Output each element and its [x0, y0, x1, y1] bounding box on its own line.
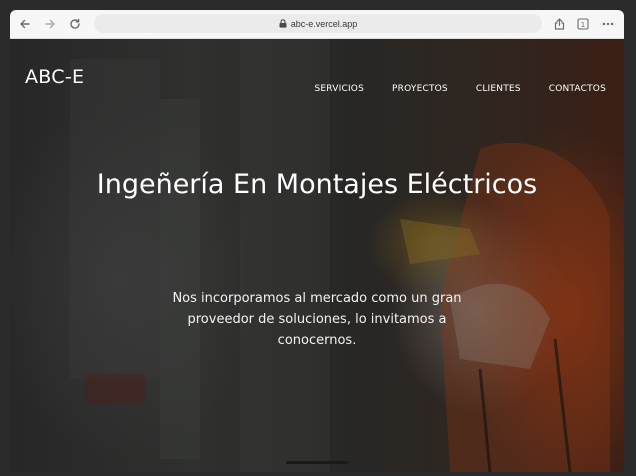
main-nav: SERVICIOS PROYECTOS CLIENTES CONTACTOS [314, 84, 606, 94]
arrow-right-icon [45, 19, 55, 29]
forward-button[interactable] [41, 15, 59, 33]
browser-window: abc-e.vercel.app 1 ABC-E SERVICIOS PROYE… [10, 10, 624, 472]
site-logo[interactable]: ABC-E [25, 66, 84, 88]
hero-background-image [70, 39, 610, 472]
reload-button[interactable] [66, 15, 84, 33]
tabs-count: 1 [581, 21, 585, 29]
hero-title: Ingeñería En Montajes Eléctricos [96, 169, 538, 200]
nav-link-proyectos[interactable]: PROYECTOS [392, 84, 448, 94]
tabs-icon: 1 [577, 18, 589, 30]
address-bar[interactable]: abc-e.vercel.app [94, 14, 542, 33]
lock-icon [279, 19, 287, 28]
nav-link-servicios[interactable]: SERVICIOS [314, 84, 364, 94]
tabs-button[interactable]: 1 [574, 15, 592, 33]
nav-link-clientes[interactable]: CLIENTES [476, 84, 521, 94]
browser-toolbar: abc-e.vercel.app 1 [10, 10, 624, 39]
share-icon [554, 18, 564, 30]
more-button[interactable] [599, 15, 617, 33]
nav-link-contactos[interactable]: CONTACTOS [549, 84, 606, 94]
hero-section: ABC-E SERVICIOS PROYECTOS CLIENTES CONTA… [10, 39, 624, 472]
hero-subtitle: Nos incorporamos al mercado como un gran… [172, 291, 462, 348]
reload-icon [70, 18, 80, 29]
arrow-left-icon [20, 19, 30, 29]
back-button[interactable] [16, 15, 34, 33]
share-button[interactable] [550, 15, 568, 33]
more-icon [602, 22, 614, 26]
url-text: abc-e.vercel.app [290, 18, 358, 29]
home-indicator [286, 461, 348, 464]
